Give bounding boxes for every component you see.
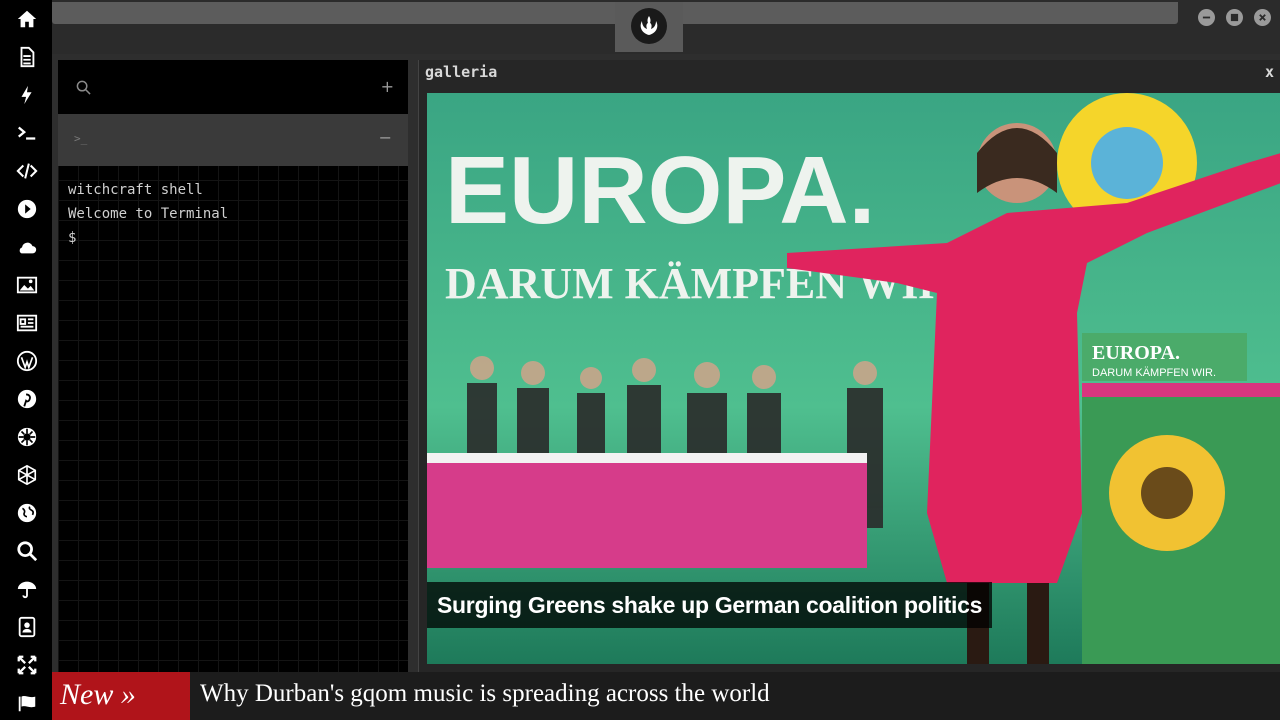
ticker-label: New » [52,672,190,720]
gallery-close-button[interactable]: x [1265,63,1274,81]
image-icon[interactable] [14,272,40,298]
newspaper-icon[interactable] [14,310,40,336]
news-ticker: New » Why Durban's gqom music is spreadi… [52,672,1280,720]
lightning-icon[interactable] [14,82,40,108]
photo-scene: EUROPA. DARUM KÄMPFEN WIR. EUROPA. DARUM… [427,93,1280,664]
terminal-line: Welcome to Terminal [68,206,229,222]
globe-icon[interactable] [14,500,40,526]
terminal-prompt: $ [68,230,77,246]
app-logo-button[interactable] [615,2,683,52]
podium-line-1: EUROPA. [1092,342,1180,364]
terminal-output[interactable]: witchcraft shell Welcome to Terminal $ [68,178,228,250]
banner-line-1: EUROPA. [445,137,875,244]
rebel-alliance-icon [631,8,667,44]
gallery-title: galleria [425,63,498,81]
flag-icon[interactable] [14,690,40,716]
search-icon[interactable] [14,538,40,564]
minimize-icon[interactable] [1198,9,1215,26]
gallery-window: galleria x EUROPA. DARUM KÄMPFEN WIR. EU… [418,60,1280,672]
contacts-icon[interactable] [14,614,40,640]
top-bar [52,0,1280,54]
cloud-icon[interactable] [14,234,40,260]
sidebar [0,0,52,720]
terminal-tab[interactable]: >_ − [58,114,408,166]
pinterest-icon[interactable] [14,386,40,412]
search-input[interactable] [102,76,372,98]
close-icon[interactable] [1254,9,1271,26]
ticker-headline[interactable]: Why Durban's gqom music is spreading acr… [200,672,770,720]
maximize-icon[interactable] [1226,9,1243,26]
code-icon[interactable] [14,158,40,184]
galactic-empire-icon[interactable] [14,424,40,450]
terminal-line: witchcraft shell [68,182,203,198]
wordpress-icon[interactable] [14,348,40,374]
document-icon[interactable] [14,44,40,70]
network-icon[interactable] [14,462,40,488]
gallery-photo[interactable]: EUROPA. DARUM KÄMPFEN WIR. EUROPA. DARUM… [427,93,1280,664]
podium-line-2: DARUM KÄMPFEN WIR. [1092,367,1216,379]
home-icon[interactable] [14,6,40,32]
terminal-prompt-icon: >_ [74,132,88,145]
search-icon [76,80,91,95]
add-button[interactable]: + [381,77,394,96]
terminal-icon[interactable] [14,120,40,146]
umbrella-icon[interactable] [14,576,40,602]
collapse-button[interactable]: − [379,128,392,147]
search-row: + [58,60,408,114]
photo-caption: Surging Greens shake up German coalition… [427,582,993,628]
terminal-panel: + >_ − witchcraft shell Welcome to Termi… [58,60,408,672]
play-icon[interactable] [14,196,40,222]
expand-icon[interactable] [14,652,40,678]
